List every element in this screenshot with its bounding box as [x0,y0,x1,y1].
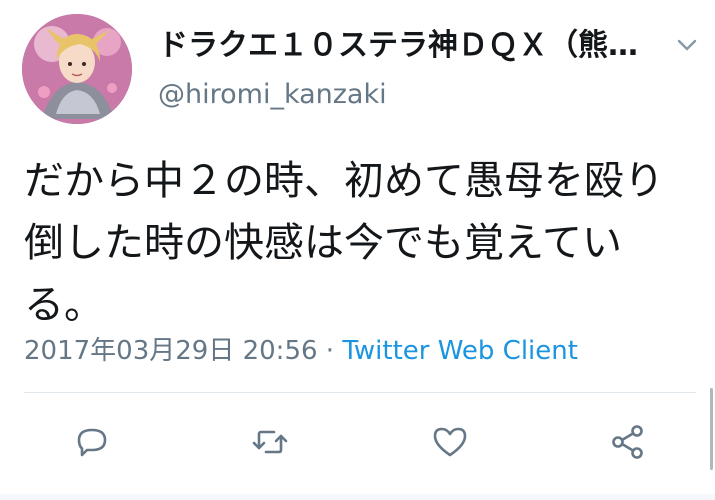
author-handle[interactable]: @hiromi_kanzaki [158,78,387,112]
tweet-client-link[interactable]: Twitter Web Client [342,336,578,366]
heart-icon [433,427,467,457]
author-display-name[interactable]: ドラクエ１０ステラ神ＤＱＸ（熊… [158,26,638,66]
avatar-image [22,14,132,124]
scrollbar[interactable] [710,388,713,470]
retweet-button[interactable] [248,420,292,464]
share-button[interactable] [606,420,650,464]
retweet-icon [252,430,288,454]
reply-icon [77,428,107,457]
meta-separator: · [317,336,343,366]
tweet-text: だから中２の時、初めて愚母を殴り倒した時の快感は今でも覚えている。 [24,158,664,328]
chevron-down-icon[interactable] [672,30,702,60]
reply-button[interactable] [70,420,114,464]
tweet-meta: 2017年03月29日 20:56 · Twitter Web Client [24,334,578,368]
divider [24,392,696,393]
like-button[interactable] [428,420,472,464]
bottom-divider [0,494,715,500]
tweet-actions [0,412,715,472]
tweet-timestamp[interactable]: 2017年03月29日 20:56 [24,336,318,366]
avatar[interactable] [22,14,132,124]
share-icon [612,425,643,459]
